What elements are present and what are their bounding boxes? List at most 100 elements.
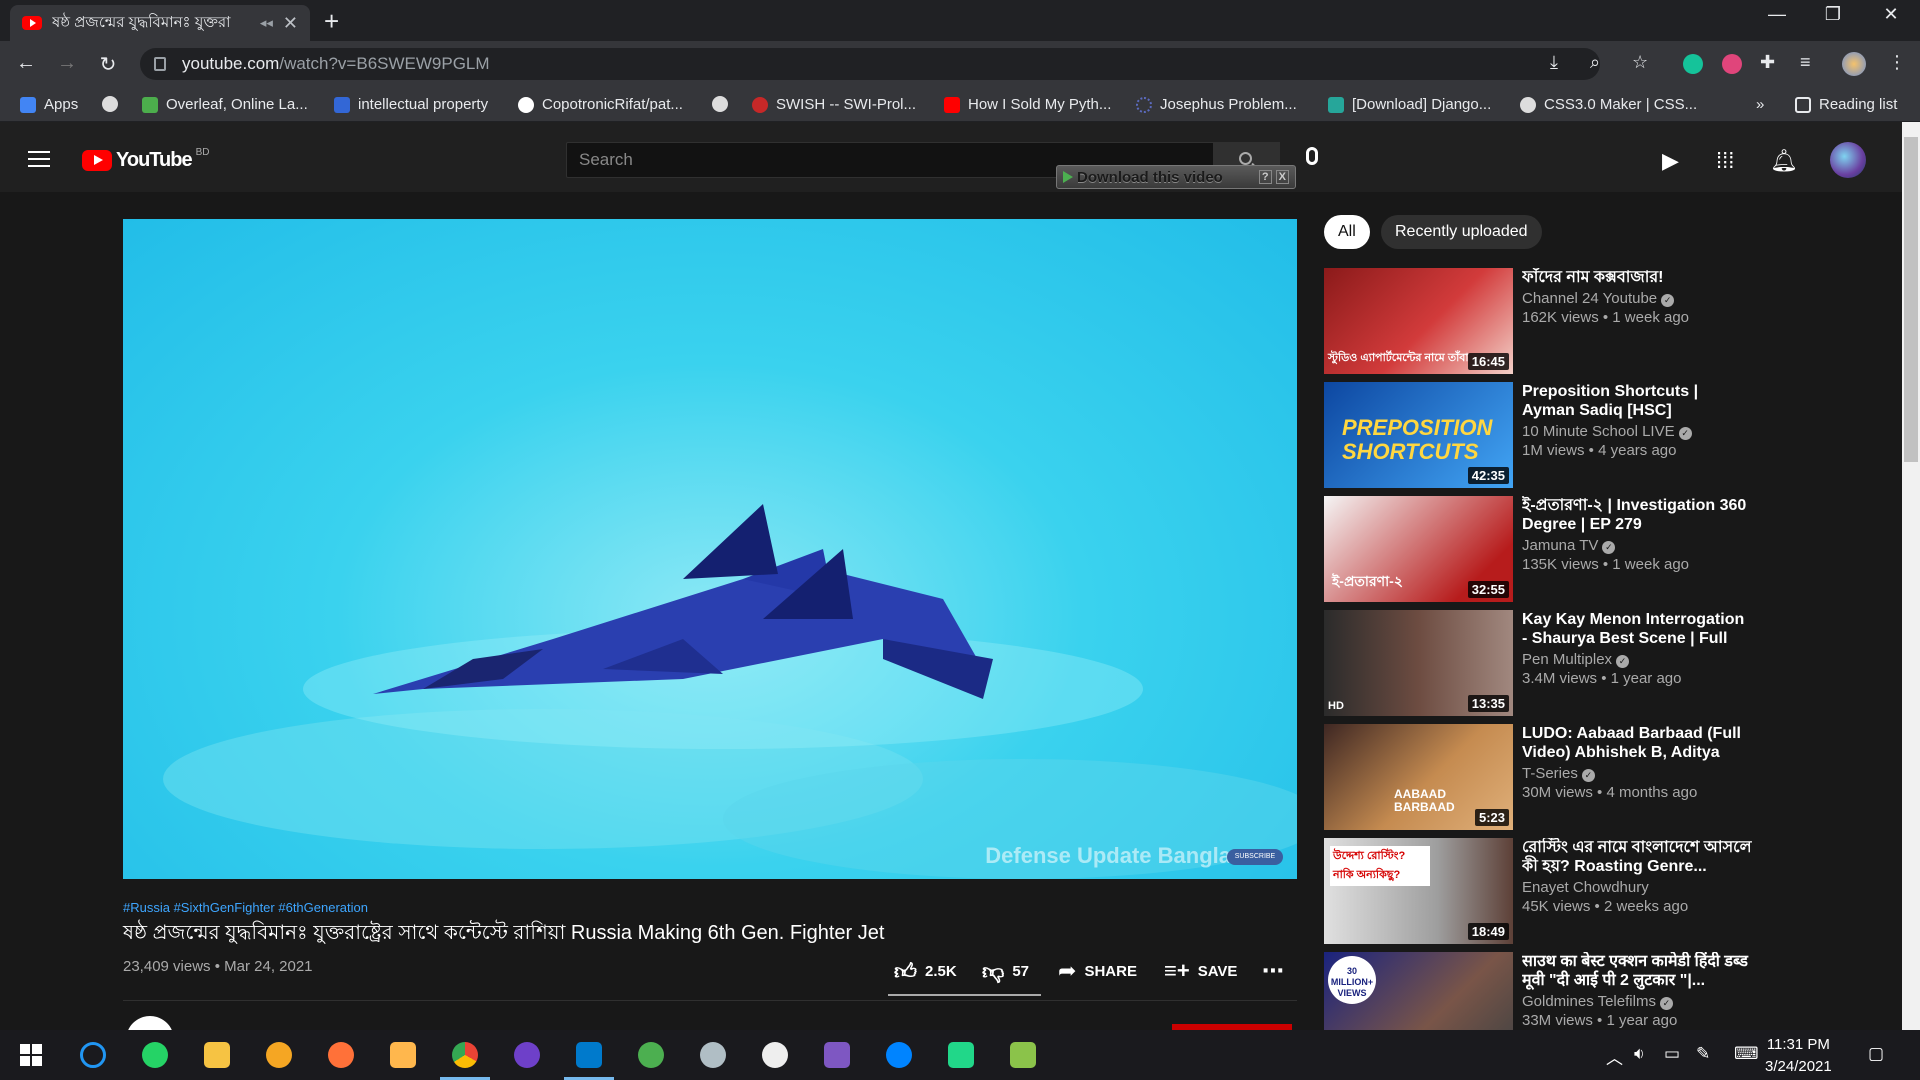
hamburger-menu-icon[interactable] (28, 151, 50, 167)
recommendation-item[interactable]: 30 MILLION+ VIEWS साउथ का बेस्ट एक्शन का… (1324, 952, 1764, 1030)
scrollbar-thumb[interactable] (1904, 137, 1918, 462)
extension-icon[interactable] (1722, 54, 1742, 74)
media-queue-icon[interactable]: ≡ (1800, 52, 1811, 73)
notifications-icon[interactable]: ▢ (1868, 1044, 1884, 1064)
chip-recently-uploaded[interactable]: Recently uploaded (1381, 215, 1542, 249)
reload-icon[interactable]: ↻ (94, 52, 122, 77)
browser-tab[interactable]: ষষ্ঠ প্রজন্মের যুদ্ধবিমানঃ যুক্তরা ◂◂ ✕ (10, 5, 310, 41)
channel-name[interactable]: Pen Multiplex (1522, 651, 1612, 668)
recommendation-title[interactable]: Preposition Shortcuts | Ayman Sadiq [HSC… (1522, 382, 1752, 420)
bookmark-overleaf[interactable]: Overleaf, Online La... (142, 96, 308, 113)
download-close-button[interactable]: X (1275, 170, 1289, 184)
recommendation-title[interactable]: साउथ का बेस्ट एक्शन कामेडी हिंदी डब्ड मू… (1522, 952, 1752, 990)
app-icon[interactable] (700, 1042, 726, 1068)
bookmark-globe-1[interactable] (102, 96, 118, 112)
share-button[interactable]: ➦ SHARE (1058, 958, 1137, 984)
bookmark-globe-2[interactable] (712, 96, 728, 112)
video-player[interactable]: Defense Update Bangla SUBSCRIBE (123, 219, 1297, 879)
volume-icon[interactable]: 🔉︎ (1634, 1044, 1645, 1064)
subscribe-watermark-button[interactable]: SUBSCRIBE (1227, 849, 1283, 865)
bookmark-css-maker[interactable]: CSS3.0 Maker | CSS... (1520, 96, 1697, 113)
dislike-button[interactable]: 👎︎ 57 (982, 958, 1029, 985)
search-taskbar-icon[interactable] (80, 1042, 106, 1068)
recommendation-item[interactable]: HD 13:35 Kay Kay Menon Interrogation - S… (1324, 610, 1764, 716)
recommendation-item[interactable]: স্টুডিও এ্যাপার্টমেন্টের নামে তাঁবা 16:4… (1324, 268, 1764, 374)
address-bar[interactable]: youtube.com/watch?v=B6SWEW9PGLM (140, 48, 1600, 80)
firefox-icon[interactable] (328, 1042, 354, 1068)
app-icon[interactable] (762, 1042, 788, 1068)
youtube-logo[interactable]: YouTube BD (82, 147, 209, 172)
recommendation-title[interactable]: রোস্টিং এর নামে বাংলাদেশে আসলে কী হয়? R… (1522, 838, 1752, 876)
video-thumbnail[interactable]: PREPOSITION SHORTCUTS 42:35 (1324, 382, 1513, 488)
bookmark-apps[interactable]: Apps (20, 96, 78, 113)
recommendation-item[interactable]: AABAAD BARBAAD 5:23 LUDO: Aabaad Barbaad… (1324, 724, 1764, 830)
network-icon[interactable]: ▭ (1664, 1044, 1680, 1064)
more-actions-button[interactable]: ⋯ (1262, 958, 1284, 984)
system-clock[interactable]: 11:31 PM 3/24/2021 (1765, 1034, 1832, 1078)
chrome-menu-icon[interactable]: ⋮ (1888, 52, 1906, 73)
notifications-bell-icon[interactable]: 🔔︎ (1770, 148, 1798, 174)
brave-icon[interactable] (266, 1042, 292, 1068)
recommendation-title[interactable]: Kay Kay Menon Interrogation - Shaurya Be… (1522, 610, 1752, 648)
bookmark-star-icon[interactable]: ☆ (1632, 52, 1648, 73)
video-thumbnail[interactable]: উদ্দেশ্য রোস্টিং? নাকি অন্যকিছু? 18:49 (1324, 838, 1513, 944)
grammarly-extension-icon[interactable] (1683, 54, 1703, 74)
channel-name[interactable]: Channel 24 Youtube (1522, 290, 1657, 307)
back-icon[interactable]: ← (12, 52, 40, 75)
account-avatar[interactable] (1830, 142, 1866, 178)
extensions-puzzle-icon[interactable]: ✚ (1760, 52, 1775, 73)
bookmark-django[interactable]: [Download] Django... (1328, 96, 1491, 113)
visual-studio-icon[interactable] (824, 1042, 850, 1068)
restore-icon[interactable]: ❐ (1810, 4, 1856, 25)
bookmark-josephus[interactable]: Josephus Problem... (1136, 96, 1297, 113)
video-hashtags[interactable]: #Russia #SixthGenFighter #6thGeneration (123, 900, 368, 915)
messenger-icon[interactable] (886, 1042, 912, 1068)
app-icon[interactable] (1010, 1042, 1036, 1068)
channel-name[interactable]: Enayet Chowdhury (1522, 879, 1649, 896)
bookmark-github-copotronic[interactable]: CopotronicRifat/pat... (518, 96, 683, 113)
recommendation-item[interactable]: ই-প্রতারণা-২ 32:55 ই-প্রতারণা-২ | Invest… (1324, 496, 1764, 602)
chip-all[interactable]: All (1324, 215, 1370, 249)
channel-name[interactable]: T-Series (1522, 765, 1578, 782)
windows-start-icon[interactable] (18, 1042, 44, 1068)
image-editor-icon[interactable] (390, 1042, 416, 1068)
recommendation-item[interactable]: উদ্দেশ্য রোস্টিং? নাকি অন্যকিছু? 18:49 র… (1324, 838, 1764, 944)
forward-icon[interactable]: → (53, 52, 81, 75)
microphone-icon[interactable] (1306, 147, 1318, 165)
download-video-widget[interactable]: Download this video ? X (1056, 165, 1296, 189)
file-explorer-icon[interactable] (204, 1042, 230, 1068)
profile-avatar[interactable] (1842, 52, 1866, 76)
video-thumbnail[interactable]: HD 13:35 (1324, 610, 1513, 716)
video-thumbnail[interactable]: 30 MILLION+ VIEWS (1324, 952, 1513, 1030)
bookmark-swish[interactable]: SWISH -- SWI-Prol... (752, 96, 916, 113)
channel-name[interactable]: 10 Minute School LIVE (1522, 423, 1675, 440)
download-help-button[interactable]: ? (1258, 170, 1272, 184)
chrome-icon[interactable] (452, 1042, 478, 1068)
recommendation-title[interactable]: ই-প্রতারণা-২ | Investigation 360 Degree … (1522, 496, 1752, 534)
tab-close-icon[interactable]: ✕ (283, 13, 298, 34)
apps-grid-icon[interactable]: ⁞⁞⁞ (1716, 148, 1734, 174)
show-hidden-icons-chevron-icon[interactable]: ︿ (1606, 1044, 1623, 1069)
github-desktop-icon[interactable] (514, 1042, 540, 1068)
zoom-icon[interactable]: ⌕ (1590, 52, 1600, 73)
vscode-icon[interactable] (576, 1042, 602, 1068)
pen-icon[interactable]: ✎ (1696, 1044, 1710, 1064)
video-thumbnail[interactable]: AABAAD BARBAAD 5:23 (1324, 724, 1513, 830)
new-tab-icon[interactable]: + (324, 6, 339, 37)
recommendation-title[interactable]: ফাঁদের নাম কক্সবাজার! (1522, 268, 1752, 287)
install-icon[interactable]: ⤓ (1550, 52, 1558, 73)
create-video-icon[interactable]: ▶ (1662, 148, 1679, 174)
window-close-icon[interactable]: ✕ (1868, 4, 1914, 25)
whatsapp-icon[interactable] (142, 1042, 168, 1068)
minimize-icon[interactable]: — (1754, 4, 1800, 25)
channel-name[interactable]: Jamuna TV (1522, 537, 1598, 554)
channel-name[interactable]: Goldmines Telefilms (1522, 993, 1656, 1010)
bookmarks-overflow[interactable]: » (1756, 96, 1764, 113)
save-button[interactable]: ≡+ SAVE (1164, 958, 1237, 984)
recommendation-item[interactable]: PREPOSITION SHORTCUTS 42:35 Preposition … (1324, 382, 1764, 488)
bookmark-youtube-python[interactable]: How I Sold My Pyth... (944, 96, 1111, 113)
tab-mute-icon[interactable]: ◂◂ (260, 15, 273, 31)
bookmark-intellectual-property[interactable]: intellectual property (334, 96, 488, 113)
video-thumbnail[interactable]: ই-প্রতারণা-২ 32:55 (1324, 496, 1513, 602)
android-studio-icon[interactable] (638, 1042, 664, 1068)
